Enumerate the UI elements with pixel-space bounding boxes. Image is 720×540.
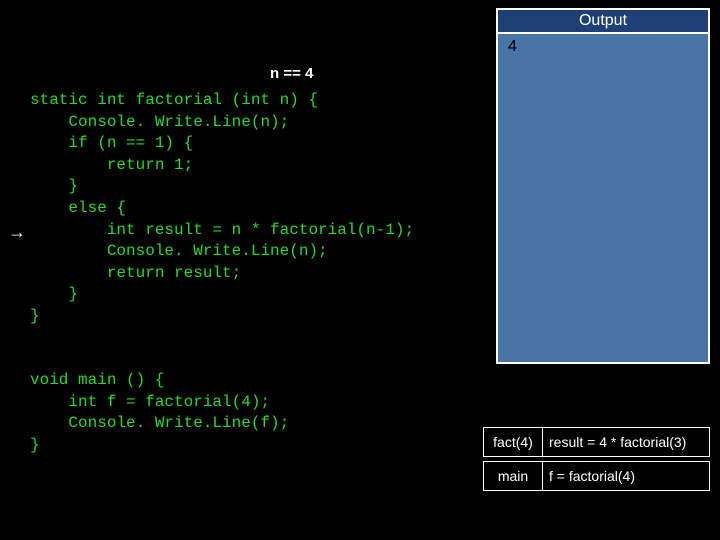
code-main: void main () { int f = factorial(4); Con…	[30, 370, 289, 456]
output-body: 4	[498, 34, 708, 362]
n-state-label: n == 4	[270, 65, 313, 82]
call-stack: fact(4) result = 4 * factorial(3) main f…	[483, 427, 710, 495]
code-factorial: static int factorial (int n) { Console. …	[30, 90, 414, 328]
stack-frame-expr: result = 4 * factorial(3)	[543, 427, 710, 457]
output-panel: Output 4	[496, 8, 710, 364]
stack-frame-name: fact(4)	[483, 427, 543, 457]
stack-row: fact(4) result = 4 * factorial(3)	[483, 427, 710, 457]
stack-frame-expr: f = factorial(4)	[543, 461, 710, 491]
output-header: Output	[498, 10, 708, 34]
stack-frame-name: main	[483, 461, 543, 491]
stack-row: main f = factorial(4)	[483, 461, 710, 491]
output-line: 4	[508, 38, 698, 56]
execution-pointer-icon: →	[8, 222, 26, 243]
